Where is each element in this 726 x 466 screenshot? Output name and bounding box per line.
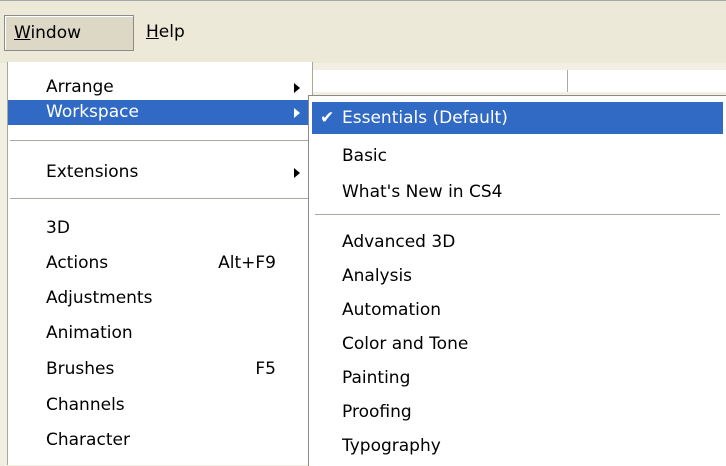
check-icon: ✔ [320,108,335,128]
workspace-item-label: Analysis [342,266,413,286]
menu-item-channels[interactable]: Channels [8,393,312,418]
workspace-item-label: Basic [342,146,388,166]
menu-item-character[interactable]: Character [8,428,312,453]
shortcut-label: Alt+F9 [218,253,276,273]
submenu-arrow-icon [294,83,300,93]
menu-item-arrange[interactable]: Arrange [8,75,312,100]
menu-item-label: 3D [46,218,70,238]
workspace-item-basic[interactable]: Basic [309,140,719,172]
workspace-item-advanced-3d[interactable]: Advanced 3D [309,226,719,258]
workspace-item-label: Proofing [342,402,412,422]
shortcut-label: F5 [255,359,276,379]
help-mnemonic: H [146,22,159,42]
menu-item-3d[interactable]: 3D [8,216,312,241]
window-mnemonic: W [14,23,31,43]
workspace-item-label: Essentials (Default) [342,108,508,128]
menu-item-label: Arrange [46,77,114,97]
workspace-item-essentials[interactable]: ✔ Essentials (Default) [312,102,723,134]
workspace-item-label: Color and Tone [342,334,469,354]
menu-item-extensions[interactable]: Extensions [8,160,312,185]
window-menu-title[interactable]: Window [4,15,134,51]
menu-item-workspace[interactable]: Workspace [8,100,312,125]
menu-item-animation[interactable]: Animation [8,321,312,346]
workspace-item-painting[interactable]: Painting [309,362,719,394]
window-menu-label: indow [30,23,82,43]
menu-item-label: Channels [46,395,125,415]
submenu-arrow-icon [294,108,300,118]
menu-item-label: Extensions [46,162,139,182]
menu-item-label: Animation [46,323,133,343]
workspace-item-typography[interactable]: Typography [309,430,719,462]
workspace-submenu: ✔ Essentials (Default) Basic What's New … [308,95,726,466]
menu-item-label: Adjustments [46,288,153,308]
menu-item-label: Workspace [46,102,139,122]
help-menu-title[interactable]: Help [138,15,193,49]
submenu-arrow-icon [294,168,300,178]
options-bar-divider [567,70,568,92]
workspace-item-label: Automation [342,300,442,320]
menu-separator [10,140,310,142]
menu-separator [10,198,310,200]
menu-item-brushes[interactable]: Brushes F5 [8,357,312,382]
menu-item-label: Character [46,430,130,450]
workspace-item-color-and-tone[interactable]: Color and Tone [309,328,719,360]
help-menu-label: elp [158,22,185,42]
workspace-item-label: Painting [342,368,411,388]
background-options-bar [312,70,726,92]
menu-item-label: Brushes [46,359,115,379]
menu-bar: Window Help [0,0,726,63]
menu-item-adjustments[interactable]: Adjustments [8,286,312,311]
menu-item-actions[interactable]: Actions Alt+F9 [8,251,312,276]
workspace-item-label: What's New in CS4 [342,182,503,202]
workspace-item-analysis[interactable]: Analysis [309,260,719,292]
workspace-item-whats-new[interactable]: What's New in CS4 [309,176,719,208]
workspace-item-label: Advanced 3D [342,232,456,252]
menu-item-label: Actions [46,253,109,273]
workspace-item-proofing[interactable]: Proofing [309,396,719,428]
workspace-item-label: Typography [342,436,441,456]
workspace-item-automation[interactable]: Automation [309,294,719,326]
submenu-separator [315,214,720,216]
window-dropdown-menu: Arrange Workspace Extensions 3D Actions … [7,62,313,465]
